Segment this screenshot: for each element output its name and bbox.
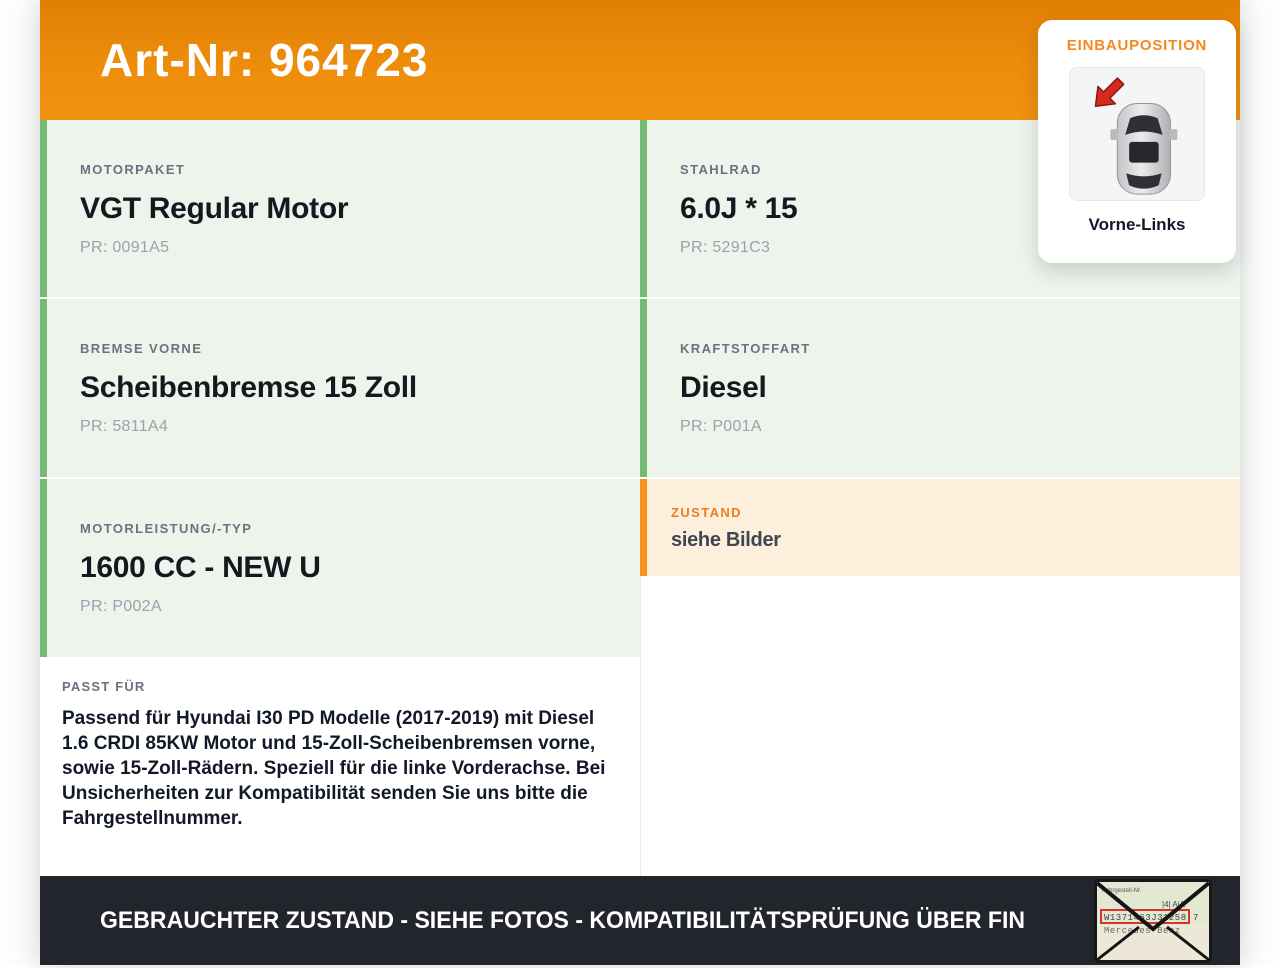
svg-text:7: 7 xyxy=(1193,913,1198,923)
empty-area xyxy=(640,576,1240,876)
car-top-view-icon xyxy=(1094,77,1178,195)
spec-value: VGT Regular Motor xyxy=(80,192,349,225)
spec-label: ZUSTAND xyxy=(671,505,742,520)
spec-label: MOTORLEISTUNG/-TYP xyxy=(80,521,253,536)
spec-label: MOTORPAKET xyxy=(80,162,186,177)
spec-pr-code: PR: 0091A5 xyxy=(80,239,170,256)
spec-label: BREMSE VORNE xyxy=(80,341,203,356)
spec-pr-code: PR: 5811A4 xyxy=(80,418,169,435)
listing-info-graphic: Art-Nr: 964723 MOTORPAKET VGT Regular Mo… xyxy=(0,0,1280,965)
page-container: Art-Nr: 964723 MOTORPAKET VGT Regular Mo… xyxy=(40,0,1240,965)
spec-card-motorpaket: MOTORPAKET VGT Regular Motor PR: 0091A5 xyxy=(40,120,640,297)
car-position-image-box xyxy=(1069,67,1205,201)
spec-value: 1600 CC - NEW U xyxy=(80,551,321,584)
footer-notice: GEBRAUCHTER ZUSTAND - SIEHE FOTOS - KOMP… xyxy=(100,906,1026,934)
compatibility-text: Passend für Hyundai I30 PD Modelle (2017… xyxy=(62,708,606,829)
vin-document-image: Fahrgestell-Nr. |4| AiA W1371463J31258 7… xyxy=(1094,879,1212,963)
spec-card-kraftstoffart: KRAFTSTOFFART Diesel PR: P001A xyxy=(640,299,1240,477)
vin-document-envelope-icon: Fahrgestell-Nr. |4| AiA W1371463J31258 7… xyxy=(1094,879,1212,963)
passt-fuer-section: PASST FÜR Passend für Hyundai I30 PD Mod… xyxy=(40,659,640,876)
article-number-title: Art-Nr: 964723 xyxy=(100,34,429,86)
red-arrow-icon xyxy=(1094,77,1125,107)
spec-card-zustand: ZUSTAND siehe Bilder xyxy=(640,479,1240,576)
einbauposition-label: EINBAUPOSITION xyxy=(1066,37,1208,54)
einbauposition-card: EINBAUPOSITION Vorne-Links xyxy=(1038,20,1236,263)
spec-label: KRAFTSTOFFART xyxy=(680,341,811,356)
passt-fuer-label: PASST FÜR xyxy=(62,679,146,694)
spec-value: Scheibenbremse 15 Zoll xyxy=(80,371,417,404)
spec-card-bremse-vorne: BREMSE VORNE Scheibenbremse 15 Zoll PR: … xyxy=(40,299,640,477)
einbauposition-value: Vorne-Links xyxy=(1088,215,1186,234)
left-column: MOTORPAKET VGT Regular Motor PR: 0091A5 … xyxy=(40,120,640,876)
spec-value: siehe Bilder xyxy=(671,529,781,551)
spec-value: Diesel xyxy=(680,371,767,404)
spec-pr-code: PR: P002A xyxy=(80,598,162,615)
spec-pr-code: PR: P001A xyxy=(680,418,762,435)
footer-bar: GEBRAUCHTER ZUSTAND - SIEHE FOTOS - KOMP… xyxy=(40,876,1240,965)
spec-card-motorleistung: MOTORLEISTUNG/-TYP 1600 CC - NEW U PR: P… xyxy=(40,479,640,657)
